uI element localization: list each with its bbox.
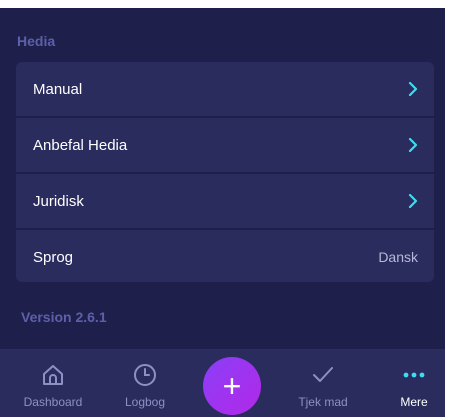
section-header-hedia: Hedia: [17, 33, 56, 49]
row-label-manual: Manual: [33, 80, 83, 98]
row-label-sprog: Sprog: [33, 248, 74, 266]
chevron-right-icon: [408, 82, 418, 96]
row-label-juridisk: Juridisk: [33, 192, 84, 210]
plus-icon: +: [222, 367, 242, 404]
clock-icon: [134, 364, 156, 386]
version-text: Version 2.6.1: [21, 309, 107, 325]
check-icon: [313, 367, 333, 382]
row-manual[interactable]: Manual: [16, 62, 434, 116]
language-value: Dansk: [378, 249, 418, 265]
chevron-right-icon: [408, 194, 418, 208]
top-edge: [0, 0, 453, 8]
more-dots-icon: [403, 372, 425, 378]
row-label-anbefal: Anbefal Hedia: [33, 136, 128, 154]
row-anbefal-hedia[interactable]: Anbefal Hedia: [16, 116, 434, 172]
add-button[interactable]: +: [203, 357, 261, 415]
tab-tjek-mad[interactable]: Tjek mad: [278, 349, 368, 417]
tab-label-dashboard: Dashboard: [23, 395, 83, 409]
tab-label-mere: Mere: [400, 395, 428, 409]
tab-logbog[interactable]: Logbog: [100, 349, 190, 417]
tab-dashboard[interactable]: Dashboard: [8, 349, 98, 417]
tab-label-tjek-mad: Tjek mad: [298, 395, 348, 409]
tab-label-logbog: Logbog: [124, 395, 166, 409]
tab-mere[interactable]: Mere: [369, 349, 453, 417]
row-juridisk[interactable]: Juridisk: [16, 172, 434, 228]
settings-card: Manual Anbefal Hedia Juridisk Sprog Dans…: [16, 62, 434, 282]
home-icon: [43, 365, 63, 385]
chevron-right-icon: [408, 138, 418, 152]
row-sprog[interactable]: Sprog Dansk: [16, 228, 434, 282]
